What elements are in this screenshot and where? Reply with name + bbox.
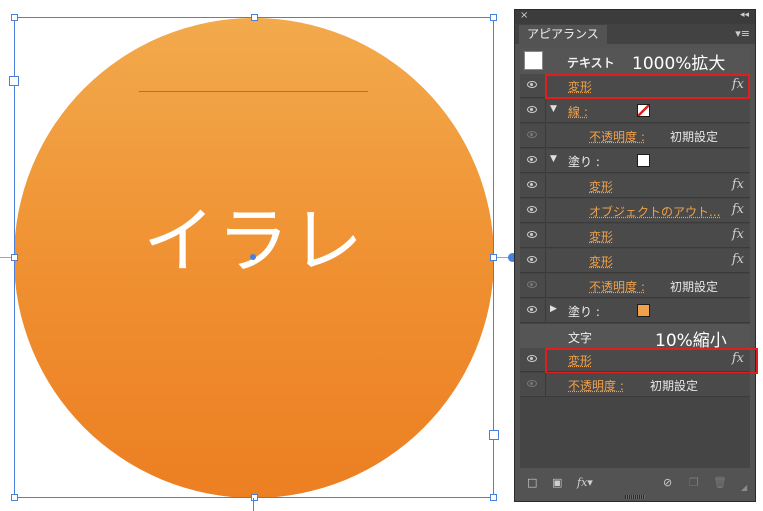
eye-icon[interactable] [527, 181, 537, 188]
effect-row-transform[interactable]: 変形 fx [520, 224, 750, 248]
appearance-panel: × ◂◂ アピアランス ▾≡ テキスト 1000%拡大 変形 fx ▼ 線 : [514, 9, 758, 502]
highlight-box [545, 348, 758, 374]
fill-row[interactable]: ▼ 塗り : [520, 149, 750, 173]
close-icon[interactable]: × [520, 10, 528, 21]
handle-top-left[interactable] [11, 14, 18, 21]
fx-icon[interactable]: fx [732, 202, 744, 217]
text-thumbnail [524, 51, 543, 70]
artboard[interactable]: イラレ [0, 0, 517, 511]
text-header-label: テキスト [567, 56, 615, 70]
fill-orange-swatch[interactable] [637, 304, 650, 317]
panel-tabbar: アピアランス ▾≡ [515, 24, 755, 44]
collapse-icon[interactable]: ◂◂ [740, 10, 749, 20]
effect-label[interactable]: 変形 [589, 178, 613, 195]
opacity-label[interactable]: 不透明度 : [568, 377, 624, 394]
stroke-label[interactable]: 線 : [568, 103, 588, 120]
eye-icon[interactable] [527, 256, 537, 263]
opacity-value: 初期設定 [670, 130, 719, 144]
handle-right-lower[interactable] [489, 430, 499, 440]
text-header-row[interactable]: テキスト 1000%拡大 [520, 48, 750, 74]
add-stroke-icon[interactable]: □ [527, 476, 537, 489]
opacity-label[interactable]: 不透明度 : [589, 278, 645, 295]
fill-label[interactable]: 塗り : [568, 303, 600, 320]
resize-corner-icon[interactable]: ◢ [741, 483, 747, 492]
effect-row-transform[interactable]: 変形 fx [520, 249, 750, 273]
opacity-value: 初期設定 [650, 379, 699, 393]
add-effect-icon[interactable]: fx▾ [577, 476, 593, 489]
scale-up-note: 1000%拡大 [632, 54, 726, 74]
clear-appearance-icon[interactable]: ⊘ [663, 476, 672, 489]
highlight-box [545, 74, 750, 99]
effect-label[interactable]: オブジェクトのアウト... [589, 203, 720, 220]
characters-row[interactable]: 文字 10%縮小 [520, 324, 750, 351]
duplicate-item-icon[interactable]: ❐ [689, 476, 699, 489]
handle-top-center[interactable] [251, 14, 258, 21]
eye-icon[interactable] [527, 380, 537, 387]
effect-label[interactable]: 変形 [589, 253, 613, 270]
fx-icon[interactable]: fx [732, 252, 744, 267]
eye-icon[interactable] [527, 131, 537, 138]
eye-icon[interactable] [527, 281, 537, 288]
opacity-value: 初期設定 [670, 280, 719, 294]
effect-row-transform[interactable]: 変形 fx [520, 174, 750, 198]
handle-left-upper[interactable] [9, 76, 19, 86]
tab-appearance[interactable]: アピアランス [519, 25, 607, 44]
opacity-row[interactable]: 不透明度 : 初期設定 [520, 124, 750, 148]
expand-right-icon[interactable]: ▶ [550, 304, 557, 314]
expand-down-icon[interactable]: ▼ [550, 154, 557, 164]
opacity-row[interactable]: 不透明度 : 初期設定 [520, 373, 750, 397]
fx-icon[interactable]: fx [732, 177, 744, 192]
panel-bottom-toolbar: □ ▣ fx▾ ⊘ ❐ 🗑 ◢ [515, 471, 755, 495]
fill-row-orange[interactable]: ▶ 塗り : [520, 299, 750, 323]
eye-icon[interactable] [527, 206, 537, 213]
eye-icon[interactable] [527, 156, 537, 163]
eye-icon[interactable] [527, 81, 537, 88]
eye-icon[interactable] [527, 306, 537, 313]
fill-white-swatch[interactable] [637, 154, 650, 167]
eye-icon[interactable] [527, 355, 537, 362]
characters-label: 文字 [568, 331, 593, 345]
add-fill-icon[interactable]: ▣ [552, 476, 562, 489]
appearance-list: テキスト 1000%拡大 変形 fx ▼ 線 : 不透明度 : 初期設定 ▼ 塗… [520, 48, 758, 468]
fill-label[interactable]: 塗り : [568, 153, 600, 170]
stroke-none-swatch[interactable] [637, 104, 650, 117]
eye-icon[interactable] [527, 231, 537, 238]
handle-top-right[interactable] [490, 14, 497, 21]
effect-label[interactable]: 変形 [589, 228, 613, 245]
effect-row-outline-object[interactable]: オブジェクトのアウト... fx [520, 199, 750, 223]
panel-menu-icon[interactable]: ▾≡ [735, 27, 750, 40]
opacity-label[interactable]: 不透明度 : [589, 128, 645, 145]
panel-resize-grip[interactable] [625, 495, 645, 499]
stroke-row[interactable]: ▼ 線 : [520, 99, 750, 123]
fx-icon[interactable]: fx [732, 227, 744, 242]
trash-icon[interactable]: 🗑 [713, 476, 727, 489]
handle-bottom-left[interactable] [11, 494, 18, 501]
center-point [250, 254, 256, 260]
bottom-tick [253, 498, 254, 511]
handle-bottom-right[interactable] [490, 494, 497, 501]
eye-icon[interactable] [527, 106, 537, 113]
expand-down-icon[interactable]: ▼ [550, 104, 557, 114]
handle-middle-left[interactable] [11, 254, 18, 261]
opacity-row[interactable]: 不透明度 : 初期設定 [520, 274, 750, 298]
handle-middle-right[interactable] [490, 254, 497, 261]
panel-titlebar: × ◂◂ [515, 10, 755, 24]
